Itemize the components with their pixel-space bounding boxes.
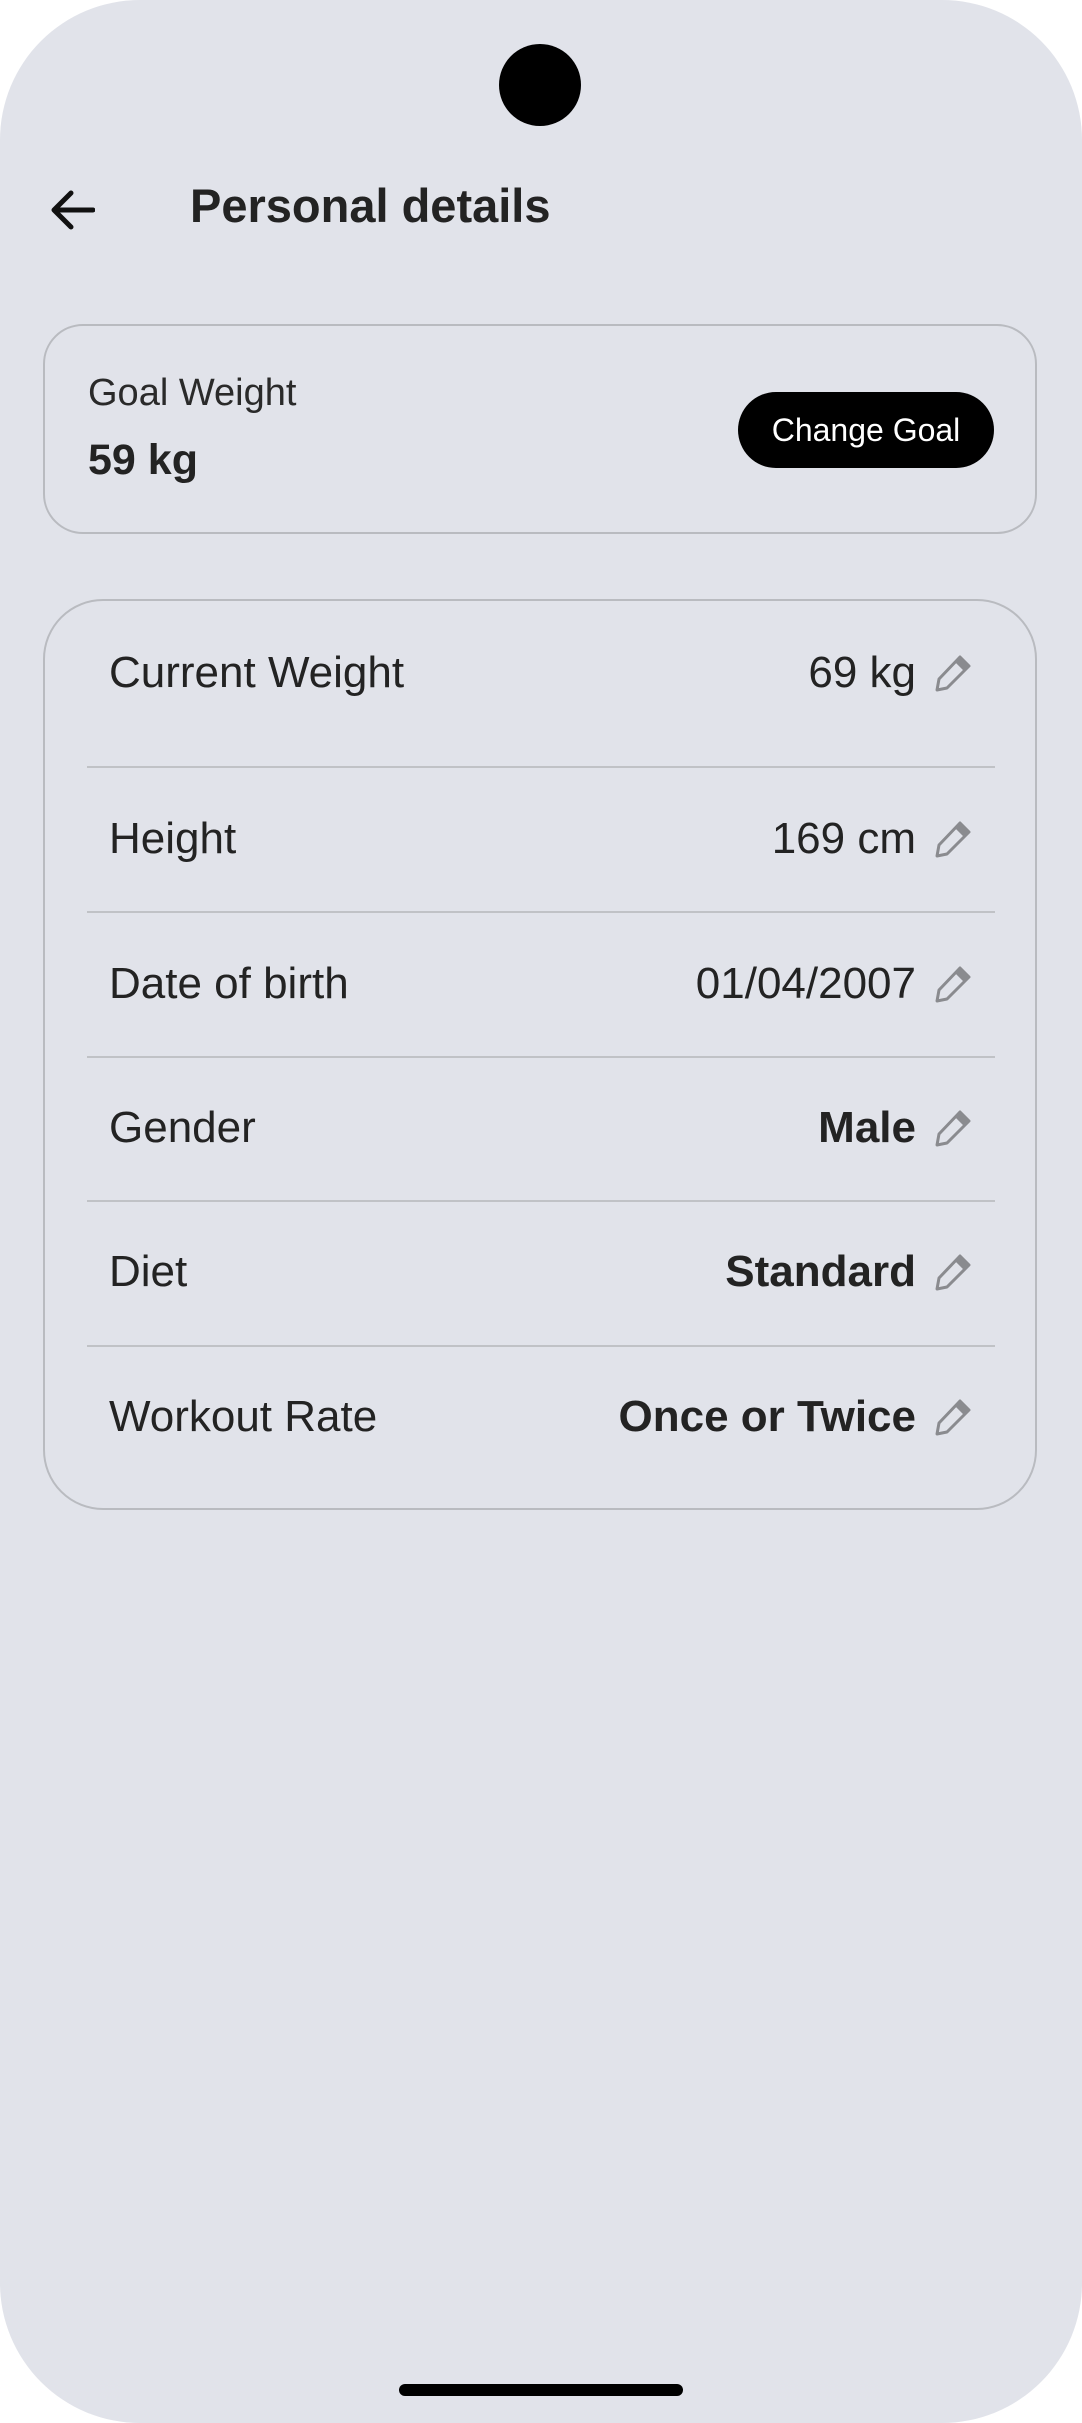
pencil-icon[interactable] bbox=[933, 1252, 973, 1292]
detail-value: 169 cm bbox=[771, 814, 916, 863]
detail-value: Male bbox=[818, 1103, 916, 1152]
detail-value: 01/04/2007 bbox=[695, 959, 916, 1008]
goal-weight-label: Goal Weight bbox=[88, 372, 297, 414]
phone-screen: Personal details Goal Weight 59 kg Chang… bbox=[0, 0, 1082, 2423]
detail-row-current-weight[interactable]: Current Weight 69 kg bbox=[45, 601, 1035, 745]
detail-label: Height bbox=[109, 814, 237, 863]
personal-details-list: Current Weight 69 kg Height 169 cm Date … bbox=[43, 599, 1037, 1510]
detail-row-date-of-birth[interactable]: Date of birth 01/04/2007 bbox=[45, 912, 1035, 1056]
arrow-left-icon bbox=[51, 190, 95, 230]
home-indicator[interactable] bbox=[399, 2384, 683, 2396]
detail-value: Standard bbox=[725, 1247, 916, 1296]
back-button[interactable] bbox=[36, 174, 108, 246]
pencil-icon[interactable] bbox=[933, 1108, 973, 1148]
goal-weight-card: Goal Weight 59 kg Change Goal bbox=[43, 324, 1037, 534]
detail-row-gender[interactable]: Gender Male bbox=[45, 1056, 1035, 1200]
detail-value: Once or Twice bbox=[618, 1392, 917, 1441]
detail-row-workout-rate[interactable]: Workout Rate Once or Twice bbox=[45, 1345, 1035, 1489]
detail-label: Date of birth bbox=[109, 959, 349, 1008]
goal-weight-value: 59 kg bbox=[88, 436, 198, 484]
detail-row-height[interactable]: Height 169 cm bbox=[45, 767, 1035, 911]
app-bar: Personal details bbox=[0, 160, 1082, 256]
detail-value: 69 kg bbox=[808, 648, 916, 697]
page-title: Personal details bbox=[190, 179, 551, 232]
detail-row-diet[interactable]: Diet Standard bbox=[45, 1200, 1035, 1344]
detail-label: Diet bbox=[109, 1247, 188, 1296]
change-goal-button[interactable]: Change Goal bbox=[738, 392, 994, 468]
pencil-icon[interactable] bbox=[933, 964, 973, 1004]
camera-cutout bbox=[499, 44, 581, 126]
detail-label: Workout Rate bbox=[109, 1392, 378, 1441]
pencil-icon[interactable] bbox=[933, 819, 973, 859]
pencil-icon[interactable] bbox=[933, 653, 973, 693]
detail-label: Current Weight bbox=[109, 648, 405, 697]
detail-label: Gender bbox=[109, 1103, 256, 1152]
pencil-icon[interactable] bbox=[933, 1397, 973, 1437]
